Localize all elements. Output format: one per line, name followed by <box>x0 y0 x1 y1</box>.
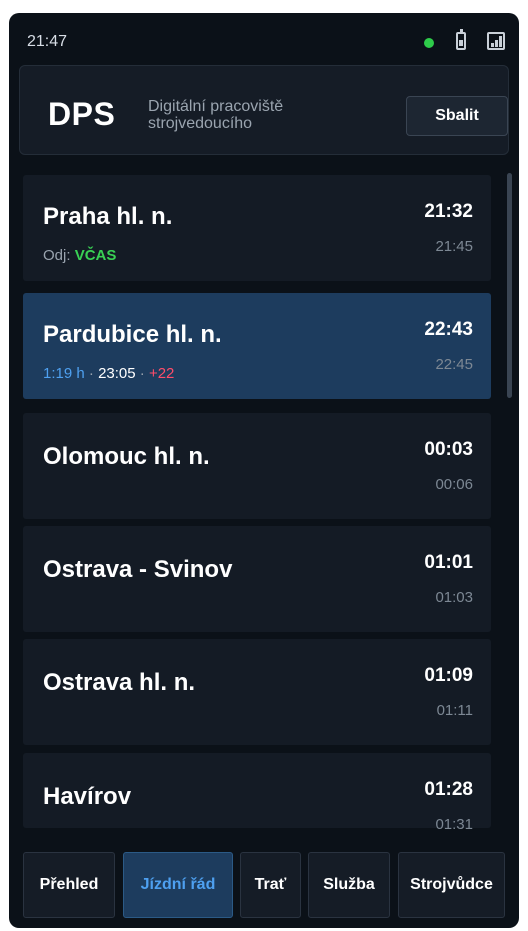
station-time: 01:01 <box>424 552 473 573</box>
station-row-ostrava-svinov[interactable]: Ostrava - Svinov 01:01 01:03 <box>23 526 491 632</box>
station-time: 22:43 <box>424 319 473 340</box>
collapse-button[interactable]: Sbalit <box>406 96 508 136</box>
station-name: Pardubice hl. n. <box>43 321 222 348</box>
status-time: 21:47 <box>27 33 68 50</box>
station-status: Odj: VČAS <box>43 247 116 264</box>
tab-jizdni-rad[interactable]: Jízdní řád <box>123 852 233 918</box>
station-arrival: 23:05 <box>98 365 136 382</box>
app-subtitle: Digitální pracoviště strojvedoucího <box>148 98 348 132</box>
station-planned-time: 01:31 <box>435 816 473 833</box>
station-name: Ostrava - Svinov <box>43 556 233 583</box>
station-delay: +22 <box>148 365 175 382</box>
tab-sluzba[interactable]: Služba <box>308 852 390 918</box>
station-row-ostrava-hl-n[interactable]: Ostrava hl. n. 01:09 01:11 <box>23 639 491 745</box>
status-dot-icon <box>424 38 434 48</box>
station-status-prefix: Odj: <box>43 247 75 264</box>
station-row-praha[interactable]: Praha hl. n. Odj: VČAS 21:32 21:45 <box>23 175 491 281</box>
status-bar: 21:47 <box>9 13 519 53</box>
separator: · <box>84 365 99 382</box>
tab-trat[interactable]: Trať <box>240 852 301 918</box>
app-subtitle-line2: strojvedoucího <box>148 115 253 132</box>
station-planned-time: 00:06 <box>435 476 473 493</box>
station-row-pardubice[interactable]: Pardubice hl. n. 1:19 h · 23:05 · +22 22… <box>23 293 491 399</box>
station-name: Olomouc hl. n. <box>43 443 210 470</box>
tab-strojvudce[interactable]: Strojvůdce <box>398 852 505 918</box>
station-time: 00:03 <box>424 439 473 460</box>
station-time: 01:09 <box>424 665 473 686</box>
station-row-havirov[interactable]: Havírov 01:28 01:31 <box>23 753 491 833</box>
app-subtitle-line1: Digitální pracoviště <box>148 98 284 115</box>
station-planned-time: 22:45 <box>435 356 473 373</box>
device-screen: 21:47 DPS Digitální pracoviště strojvedo… <box>9 13 519 928</box>
station-time: 01:28 <box>424 779 473 800</box>
signal-icon <box>487 32 505 50</box>
station-planned-time: 01:11 <box>436 702 473 719</box>
timetable-list[interactable]: Praha hl. n. Odj: VČAS 21:32 21:45 Pardu… <box>9 163 519 833</box>
station-row-olomouc[interactable]: Olomouc hl. n. 00:03 00:06 <box>23 413 491 519</box>
station-planned-time: 21:45 <box>435 238 473 255</box>
station-eta: 1:19 h · 23:05 · +22 <box>43 365 174 382</box>
list-scrollbar[interactable] <box>507 173 512 398</box>
station-planned-time: 01:03 <box>435 589 473 606</box>
station-name: Praha hl. n. <box>43 203 173 230</box>
header-panel: DPS Digitální pracoviště strojvedoucího … <box>19 65 509 155</box>
station-name: Havírov <box>43 783 132 810</box>
bottom-nav: Přehled Jízdní řád Trať Služba Strojvůdc… <box>9 848 519 928</box>
app-logo: DPS <box>48 96 116 132</box>
tab-prehled[interactable]: Přehled <box>23 852 115 918</box>
station-time: 21:32 <box>424 201 473 222</box>
station-status-value: VČAS <box>74 247 117 264</box>
station-duration: 1:19 h <box>43 365 85 382</box>
battery-icon <box>456 29 466 50</box>
station-name: Ostrava hl. n. <box>43 669 196 696</box>
separator: · <box>135 365 149 382</box>
